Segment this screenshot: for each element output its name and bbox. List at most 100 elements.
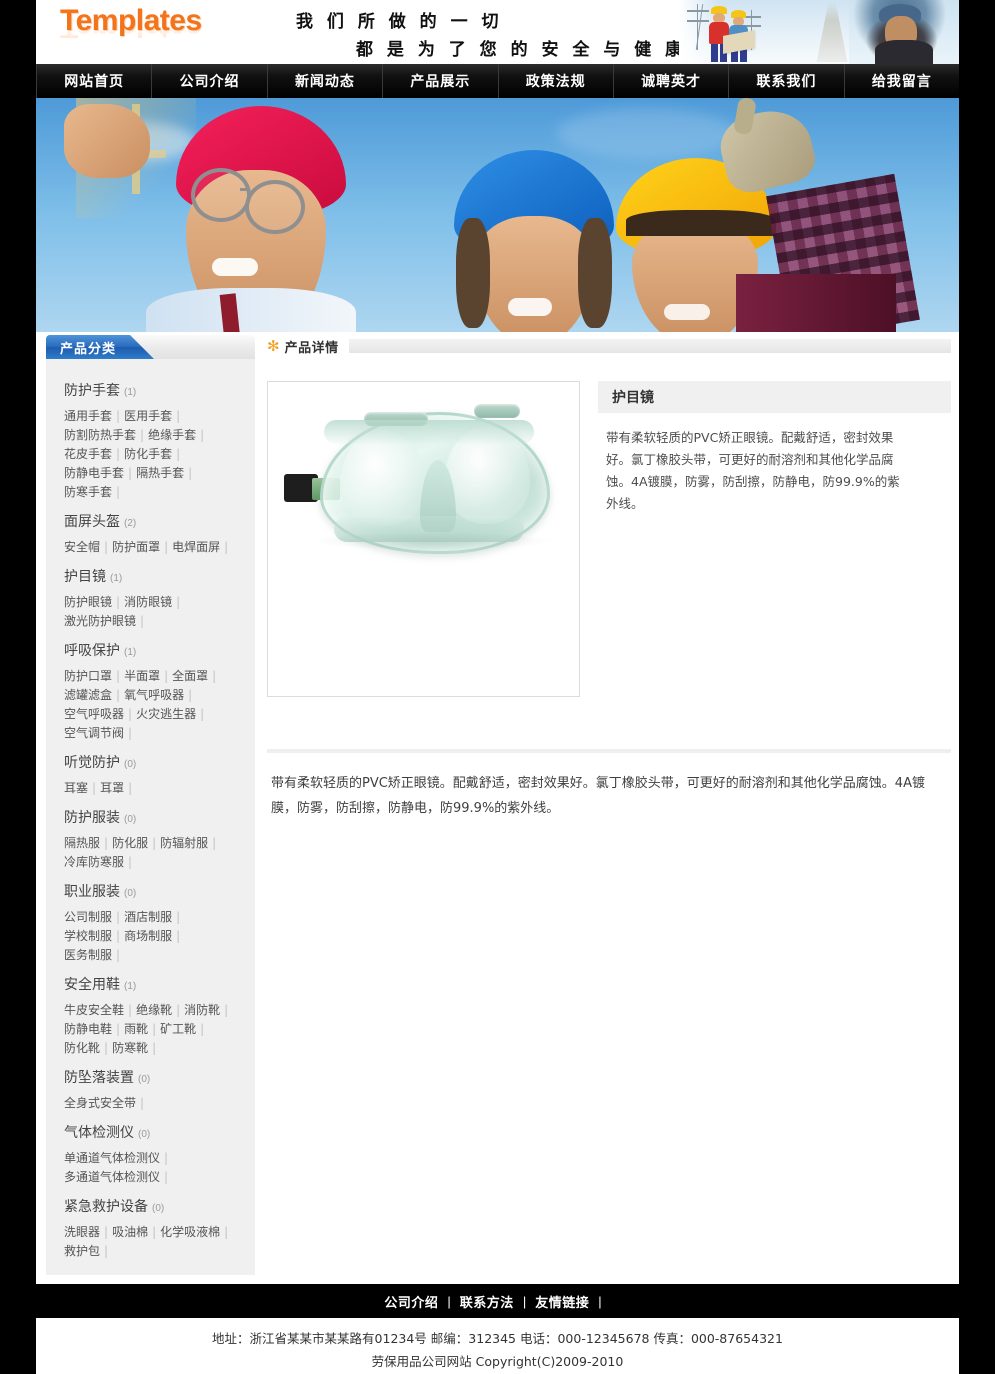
category-link[interactable]: 激光防护眼镜 — [64, 614, 136, 628]
category-link[interactable]: 矿工靴 — [160, 1022, 196, 1036]
nav-item-home[interactable]: 网站首页 — [36, 64, 153, 98]
category-link[interactable]: 隔热手套 — [136, 466, 184, 480]
category-title[interactable]: 防护服装 (0) — [64, 807, 255, 827]
category-link[interactable]: 隔热服 — [64, 836, 100, 850]
category-links: 耳塞 | 耳罩 | — [64, 779, 242, 798]
category-title[interactable]: 防坠落装置 (0) — [64, 1067, 255, 1087]
link-separator: | — [128, 466, 133, 480]
category-link[interactable]: 防静电鞋 — [64, 1022, 112, 1036]
site-logo[interactable]: Templates Templates — [60, 4, 260, 60]
category-link[interactable]: 学校制服 — [64, 929, 112, 943]
category-link[interactable]: 氧气呼吸器 — [124, 688, 184, 702]
category-title[interactable]: 听觉防护 (0) — [64, 752, 255, 772]
star-icon: ✻ — [267, 337, 280, 355]
category-title[interactable]: 职业服装 (0) — [64, 881, 255, 901]
category-link[interactable]: 救护包 — [64, 1244, 100, 1258]
link-separator: | — [104, 1041, 109, 1055]
category-link[interactable]: 雨靴 — [124, 1022, 148, 1036]
category-link[interactable]: 商场制服 — [124, 929, 172, 943]
category-link[interactable]: 空气调节阀 — [64, 726, 124, 740]
category-link[interactable]: 公司制服 — [64, 910, 112, 924]
category-link[interactable]: 吸油棉 — [112, 1225, 148, 1239]
category-link[interactable]: 防静电手套 — [64, 466, 124, 480]
category-title[interactable]: 呼吸保护 (1) — [64, 640, 255, 660]
category-title[interactable]: 安全用鞋 (1) — [64, 974, 255, 994]
category-link[interactable]: 滤罐滤盒 — [64, 688, 112, 702]
link-separator: | — [200, 428, 205, 442]
category-title[interactable]: 紧急救护设备 (0) — [64, 1196, 255, 1216]
footer-link-about[interactable]: 公司介绍 — [384, 1292, 438, 1311]
slogan-line-2: 都 是 为 了 您 的 安 全 与 健 康 — [356, 40, 687, 60]
category-link[interactable]: 花皮手套 — [64, 447, 112, 461]
product-image[interactable] — [267, 381, 580, 697]
category-link[interactable]: 防护口罩 — [64, 669, 112, 683]
category-link[interactable]: 多通道气体检测仪 — [64, 1170, 160, 1184]
category-link[interactable]: 冷库防寒服 — [64, 855, 124, 869]
link-separator: | — [116, 910, 121, 924]
category-link[interactable]: 防护面罩 — [112, 540, 160, 554]
category-link[interactable]: 通用手套 — [64, 409, 112, 423]
category-link[interactable]: 医用手套 — [124, 409, 172, 423]
category-count: (0) — [138, 1129, 151, 1140]
link-separator: | — [200, 707, 205, 721]
category-link[interactable]: 防护眼镜 — [64, 595, 112, 609]
content-column: ✻ 产品详情 护目镜 带有柔软轻质的PVC矫正眼镜。配戴舒适，密封效果好。氯丁橡… — [267, 335, 951, 821]
category-link[interactable]: 防化手套 — [124, 447, 172, 461]
footer-link-partners[interactable]: 友情链接 — [535, 1292, 589, 1311]
category-link[interactable]: 防化服 — [112, 836, 148, 850]
link-separator: | — [104, 1244, 109, 1258]
category-link[interactable]: 全身式安全带 — [64, 1096, 136, 1110]
category-link[interactable]: 防寒手套 — [64, 485, 112, 499]
category-link[interactable]: 绝缘手套 — [148, 428, 196, 442]
footer-separator: | — [522, 1293, 527, 1309]
category-link[interactable]: 防化靴 — [64, 1041, 100, 1055]
category-link[interactable]: 耳塞 — [64, 781, 88, 795]
category-link[interactable]: 牛皮安全鞋 — [64, 1003, 124, 1017]
category-title[interactable]: 面屏头盔 (2) — [64, 511, 255, 531]
category-link[interactable]: 防辐射服 — [160, 836, 208, 850]
category-link[interactable]: 防割防热手套 — [64, 428, 136, 442]
nav-item-about[interactable]: 公司介绍 — [152, 64, 268, 98]
category-link[interactable]: 酒店制服 — [124, 910, 172, 924]
category-link[interactable]: 防寒靴 — [112, 1041, 148, 1055]
category-link[interactable]: 火灾逃生器 — [136, 707, 196, 721]
category-count: (1) — [110, 573, 123, 584]
category-link[interactable]: 洗眼器 — [64, 1225, 100, 1239]
footer-link-contact[interactable]: 联系方法 — [460, 1292, 514, 1311]
category-link[interactable]: 消防靴 — [184, 1003, 220, 1017]
category-link[interactable]: 单通道气体检测仪 — [64, 1151, 160, 1165]
category-link[interactable]: 全面罩 — [172, 669, 208, 683]
category-link[interactable]: 空气呼吸器 — [64, 707, 124, 721]
link-separator: | — [116, 595, 121, 609]
nav-item-news[interactable]: 新闻动态 — [268, 64, 384, 98]
link-separator: | — [140, 614, 145, 628]
category-link[interactable]: 电焊面屏 — [172, 540, 220, 554]
category-list: 防护手套 (1) 通用手套 | 医用手套 |防割防热手套 | 绝缘手套 |花皮手套 | 防化手套 |防… — [46, 359, 255, 1275]
category-link[interactable]: 消防眼镜 — [124, 595, 172, 609]
category-title-label: 听觉防护 — [64, 755, 120, 771]
category-links: 单通道气体检测仪 | 多通道气体检测仪 | — [64, 1149, 242, 1187]
category-link[interactable]: 半面罩 — [124, 669, 160, 683]
category-group: 气体检测仪 (0) 单通道气体检测仪 | 多通道气体检测仪 | — [46, 1122, 255, 1187]
link-separator: | — [164, 540, 169, 554]
category-link[interactable]: 化学吸液棉 — [160, 1225, 220, 1239]
link-separator: | — [128, 707, 133, 721]
category-count: (1) — [124, 647, 137, 658]
category-title-label: 防坠落装置 — [64, 1070, 134, 1086]
product-name: 护目镜 — [612, 390, 654, 406]
nav-item-message[interactable]: 给我留言 — [845, 64, 959, 98]
link-separator: | — [128, 855, 133, 869]
link-separator: | — [224, 1225, 229, 1239]
nav-item-contact[interactable]: 联系我们 — [729, 64, 845, 98]
category-title[interactable]: 护目镜 (1) — [64, 566, 255, 586]
category-link[interactable]: 绝缘靴 — [136, 1003, 172, 1017]
nav-item-policy[interactable]: 政策法规 — [499, 64, 614, 98]
category-link[interactable]: 耳罩 — [100, 781, 124, 795]
category-title[interactable]: 气体检测仪 (0) — [64, 1122, 255, 1142]
category-count: (1) — [124, 387, 137, 398]
nav-item-products[interactable]: 产品展示 — [383, 64, 499, 98]
nav-item-careers[interactable]: 诚聘英才 — [614, 64, 730, 98]
category-link[interactable]: 安全帽 — [64, 540, 100, 554]
category-title[interactable]: 防护手套 (1) — [64, 380, 255, 400]
category-link[interactable]: 医务制服 — [64, 948, 112, 962]
